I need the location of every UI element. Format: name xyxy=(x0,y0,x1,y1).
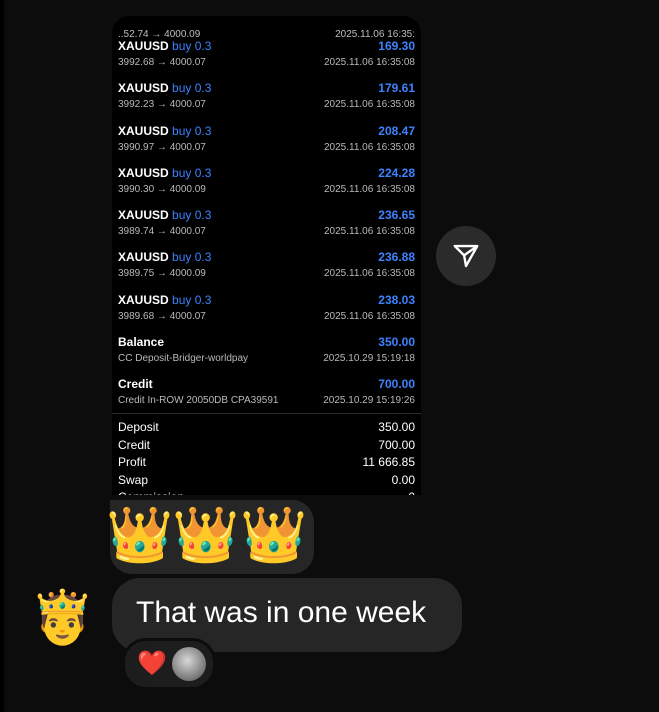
trade-row: Balance 350.00 CC Deposit-Bridger-worldpa… xyxy=(112,332,421,374)
trade-symbol-text: XAUUSD xyxy=(118,123,169,138)
trade-profit: 224.28 xyxy=(378,165,415,180)
trade-time: 2025.11.06 16:35:08 xyxy=(323,226,415,238)
trade-row: XAUUSD buy 0.3 169.30 3992.68 → 4000.07 202… xyxy=(112,36,421,78)
trade-profit: 236.65 xyxy=(378,208,415,223)
trade-symbol: XAUUSD buy 0.3 xyxy=(118,81,211,95)
chat-thread: ..52.74 → 4000.09 2025.11.06 16:35: XAUU… xyxy=(4,0,659,712)
trade-symbol: XAUUSD buy 0.3 xyxy=(118,124,211,138)
heart-reaction-icon: ❤️ xyxy=(137,650,167,677)
trade-symbol: XAUUSD buy 0.3 xyxy=(118,39,211,53)
trade-row: XAUUSD buy 0.3 236.65 3989.74 → 4000.07 202… xyxy=(112,205,421,247)
trade-symbol: Credit xyxy=(118,377,153,391)
trade-symbol: Balance xyxy=(118,335,164,349)
trade-history-list: XAUUSD buy 0.3 169.30 3992.68 → 4000.07 202… xyxy=(112,36,421,417)
trade-symbol-text: Credit xyxy=(118,377,153,392)
trade-time: 2025.11.06 16:35:08 xyxy=(323,141,415,153)
trade-time: 2025.10.29 15:19:18 xyxy=(323,353,415,365)
account-summary: Deposit 350.00 Credit 700.00 Profit 11 666.85… xyxy=(112,413,421,495)
trade-direction: buy 0.3 xyxy=(172,165,212,180)
crown-emoji: 👑 xyxy=(240,505,308,565)
trade-symbol-text: XAUUSD xyxy=(118,292,169,307)
trade-time: 2025.11.06 16:35:08 xyxy=(323,183,415,195)
trade-price: Credit In-ROW 20050DB CPA39591 xyxy=(118,395,279,407)
trade-profit: 208.47 xyxy=(378,123,415,138)
trade-price: 3989.74 → 4000.07 xyxy=(118,226,206,238)
trade-symbol-text: XAUUSD xyxy=(118,81,169,96)
summary-label: Deposit xyxy=(118,420,159,434)
trade-price: CC Deposit-Bridger-worldpay xyxy=(118,353,249,365)
summary-row: Credit 700.00 xyxy=(112,438,421,456)
trade-direction: buy 0.3 xyxy=(172,39,212,53)
trade-profit: 169.30 xyxy=(378,39,415,53)
summary-label: Swap xyxy=(118,472,149,487)
trade-price: 3990.30 → 4000.09 xyxy=(118,183,206,195)
trade-symbol-text: XAUUSD xyxy=(118,250,169,265)
reactor-avatar xyxy=(172,647,206,681)
shared-screenshot-image[interactable]: ..52.74 → 4000.09 2025.11.06 16:35: XAUU… xyxy=(112,16,421,495)
trade-symbol-text: Balance xyxy=(118,335,165,350)
trade-row: XAUUSD buy 0.3 208.47 3990.97 → 4000.07 202… xyxy=(112,121,421,163)
trade-price: 3990.97 → 4000.07 xyxy=(118,141,206,153)
summary-row: Profit 11 666.85 xyxy=(112,455,421,473)
summary-row: Commission 0 xyxy=(112,490,421,495)
reaction-pill[interactable]: ❤️ xyxy=(122,638,216,690)
trade-time: 2025.11.06 16:35:08 xyxy=(323,268,415,280)
trade-symbol-text: XAUUSD xyxy=(118,208,169,223)
trade-time: 2025.11.06 16:35:08 xyxy=(323,310,415,322)
crown-emoji-message[interactable]: 👑 👑 👑 xyxy=(106,500,314,574)
trade-price: 3989.75 → 4000.09 xyxy=(118,268,206,280)
trade-direction: buy 0.3 xyxy=(172,250,212,265)
summary-label: Profit xyxy=(118,455,147,469)
trade-symbol-text: XAUUSD xyxy=(118,39,169,53)
summary-label: Credit xyxy=(118,437,151,452)
trade-direction: buy 0.3 xyxy=(172,81,212,96)
trade-symbol: XAUUSD buy 0.3 xyxy=(118,250,211,264)
trade-time: 2025.11.06 16:35:08 xyxy=(323,99,415,111)
summary-value: 0.00 xyxy=(391,472,415,487)
trade-price: 3989.68 → 4000.07 xyxy=(118,310,206,322)
summary-value: 350.00 xyxy=(378,420,415,434)
crown-emoji: 👑 xyxy=(172,505,240,565)
summary-row: Deposit 350.00 xyxy=(112,420,421,438)
trade-direction: buy 0.3 xyxy=(172,292,212,307)
summary-value: 11 666.85 xyxy=(362,455,416,469)
crown-emoji: 👑 xyxy=(106,505,174,565)
summary-label: Commission xyxy=(118,490,184,495)
trade-row: XAUUSD buy 0.3 179.61 3992.23 → 4000.07 202… xyxy=(112,78,421,120)
summary-row: Swap 0.00 xyxy=(112,473,421,491)
summary-value: 0 xyxy=(408,490,415,495)
trade-symbol: XAUUSD buy 0.3 xyxy=(118,293,211,307)
trade-direction: buy 0.3 xyxy=(172,208,212,223)
trade-profit: 238.03 xyxy=(378,292,415,307)
trade-time: 2025.10.29 15:19:26 xyxy=(323,395,415,407)
trade-symbol-text: XAUUSD xyxy=(118,165,169,180)
trade-direction: buy 0.3 xyxy=(172,123,212,138)
message-text: That was in one week xyxy=(136,596,427,629)
trade-row: Credit 700.00 Credit In-ROW 20050DB CPA39… xyxy=(112,374,421,416)
trade-row: XAUUSD buy 0.3 236.88 3989.75 → 4000.09 202… xyxy=(112,247,421,289)
trade-price: 3992.23 → 4000.07 xyxy=(118,99,206,111)
trade-profit: 700.00 xyxy=(378,377,415,392)
trade-profit: 179.61 xyxy=(378,81,415,96)
trade-price: 3992.68 → 4000.07 xyxy=(118,57,206,68)
trade-row: XAUUSD buy 0.3 238.03 3989.68 → 4000.07 202… xyxy=(112,290,421,332)
trade-profit: 350.00 xyxy=(378,335,415,350)
share-button[interactable] xyxy=(436,226,496,286)
trade-symbol: XAUUSD buy 0.3 xyxy=(118,166,211,180)
trade-row: XAUUSD buy 0.3 224.28 3990.30 → 4000.09 202… xyxy=(112,163,421,205)
sender-avatar[interactable]: 🤴 xyxy=(30,583,95,653)
trade-time: 2025.11.06 16:35:08 xyxy=(323,57,415,68)
send-icon xyxy=(453,244,479,268)
trade-profit: 236.88 xyxy=(378,250,415,265)
summary-value: 700.00 xyxy=(378,437,415,452)
trade-symbol: XAUUSD buy 0.3 xyxy=(118,208,211,222)
